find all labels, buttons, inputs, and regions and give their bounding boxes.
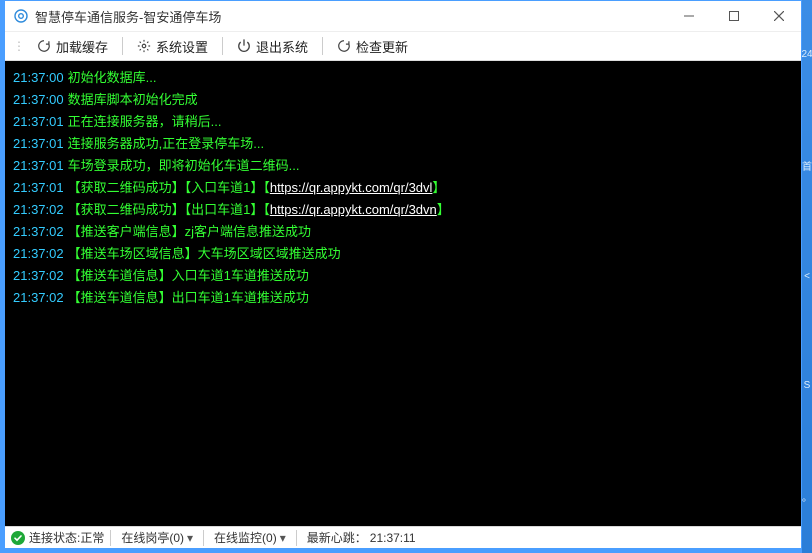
chevron-down-icon: ▾ (187, 531, 193, 545)
log-timestamp: 21:37:01 (13, 114, 64, 129)
log-timestamp: 21:37:02 (13, 202, 64, 217)
log-timestamp: 21:37:01 (13, 180, 64, 195)
log-line: 21:37:00 初始化数据库... (13, 67, 793, 89)
refresh-icon (37, 39, 51, 53)
log-line: 21:37:02 【获取二维码成功】【出口车道1】【https://qr.appy… (13, 199, 793, 221)
log-timestamp: 21:37:01 (13, 158, 64, 173)
log-line: 21:37:01 正在连接服务器，请稍后... (13, 111, 793, 133)
log-message: 【推送车道信息】出口车道1车道推送成功 (68, 290, 309, 305)
log-message: 连接服务器成功,正在登录停车场... (68, 136, 264, 151)
log-line: 21:37:02 【推送车道信息】入口车道1车道推送成功 (13, 265, 793, 287)
log-timestamp: 21:37:02 (13, 290, 64, 305)
gear-icon (137, 39, 151, 53)
exit-system-label: 退出系统 (256, 37, 308, 56)
separator (222, 37, 223, 55)
app-icon (13, 8, 29, 24)
log-timestamp: 21:37:02 (13, 224, 64, 239)
check-icon (11, 531, 25, 545)
background-edge: 24首<S。 (802, 0, 812, 553)
window-controls (666, 1, 801, 31)
log-line: 21:37:01 车场登录成功，即将初始化车道二维码... (13, 155, 793, 177)
toolbar-grip: ⋮ (13, 39, 27, 53)
heartbeat-label: 最新心跳： (307, 529, 367, 546)
load-cache-label: 加载缓存 (56, 37, 108, 56)
check-update-button[interactable]: 检查更新 (329, 34, 416, 59)
log-message: 数据库脚本初始化完成 (68, 92, 198, 107)
log-console[interactable]: 21:37:00初始化数据库...21:37:00数据库脚本初始化完成21:37… (5, 61, 801, 526)
log-message: 初始化数据库... (68, 70, 157, 85)
separator (322, 37, 323, 55)
power-icon (237, 39, 251, 53)
log-line: 21:37:00 数据库脚本初始化完成 (13, 89, 793, 111)
online-monitor-label: 在线监控(0) (214, 529, 277, 546)
minimize-button[interactable] (666, 1, 711, 31)
log-line: 21:37:01 【获取二维码成功】【入口车道1】【https://qr.appy… (13, 177, 793, 199)
log-message: 【获取二维码成功】【入口车道1】【 (68, 180, 270, 195)
log-line: 21:37:02 【推送车场区域信息】大车场区域区域推送成功 (13, 243, 793, 265)
log-message: 】 (437, 202, 450, 217)
app-window: 智慧停车通信服务-智安通停车场 ⋮ 加载缓存 系统设置 退出系统 检查更新 21… (4, 0, 802, 549)
heartbeat-time: 21:37:11 (370, 531, 416, 545)
online-monitor-dropdown[interactable]: 在线监控(0) ▾ (210, 529, 290, 546)
log-line: 21:37:01 连接服务器成功,正在登录停车场... (13, 133, 793, 155)
connection-status-text: 连接状态:正常 (29, 529, 104, 546)
log-timestamp: 21:37:00 (13, 92, 64, 107)
log-line: 21:37:02 【推送车道信息】出口车道1车道推送成功 (13, 287, 793, 309)
close-button[interactable] (756, 1, 801, 31)
log-link[interactable]: https://qr.appykt.com/qr/3dvn (270, 202, 437, 217)
statusbar: 连接状态:正常 在线岗亭(0) ▾ 在线监控(0) ▾ 最新心跳： 21:37:… (5, 526, 801, 548)
load-cache-button[interactable]: 加载缓存 (29, 34, 116, 59)
log-message: 【推送车道信息】入口车道1车道推送成功 (68, 268, 309, 283)
separator (203, 530, 204, 546)
log-timestamp: 21:37:00 (13, 70, 64, 85)
log-timestamp: 21:37:01 (13, 136, 64, 151)
refresh-icon (337, 39, 351, 53)
log-message: 【推送客户端信息】zj客户端信息推送成功 (68, 224, 311, 239)
online-sentry-dropdown[interactable]: 在线岗亭(0) ▾ (117, 529, 197, 546)
log-link[interactable]: https://qr.appykt.com/qr/3dvl (270, 180, 433, 195)
chevron-down-icon: ▾ (280, 531, 286, 545)
toolbar: ⋮ 加载缓存 系统设置 退出系统 检查更新 (5, 31, 801, 61)
system-settings-label: 系统设置 (156, 37, 208, 56)
log-line: 21:37:02 【推送客户端信息】zj客户端信息推送成功 (13, 221, 793, 243)
heartbeat: 最新心跳： 21:37:11 (303, 529, 420, 546)
window-title: 智慧停车通信服务-智安通停车场 (35, 7, 666, 26)
log-message: 】 (432, 180, 445, 195)
online-sentry-label: 在线岗亭(0) (121, 529, 184, 546)
separator (122, 37, 123, 55)
titlebar: 智慧停车通信服务-智安通停车场 (5, 1, 801, 31)
separator (296, 530, 297, 546)
exit-system-button[interactable]: 退出系统 (229, 34, 316, 59)
log-message: 【获取二维码成功】【出口车道1】【 (68, 202, 270, 217)
check-update-label: 检查更新 (356, 37, 408, 56)
connection-status: 连接状态:正常 (11, 529, 104, 546)
maximize-button[interactable] (711, 1, 756, 31)
log-message: 正在连接服务器，请稍后... (68, 114, 222, 129)
log-timestamp: 21:37:02 (13, 268, 64, 283)
system-settings-button[interactable]: 系统设置 (129, 34, 216, 59)
log-message: 车场登录成功，即将初始化车道二维码... (68, 158, 300, 173)
separator (110, 530, 111, 546)
log-timestamp: 21:37:02 (13, 246, 64, 261)
log-message: 【推送车场区域信息】大车场区域区域推送成功 (68, 246, 341, 261)
